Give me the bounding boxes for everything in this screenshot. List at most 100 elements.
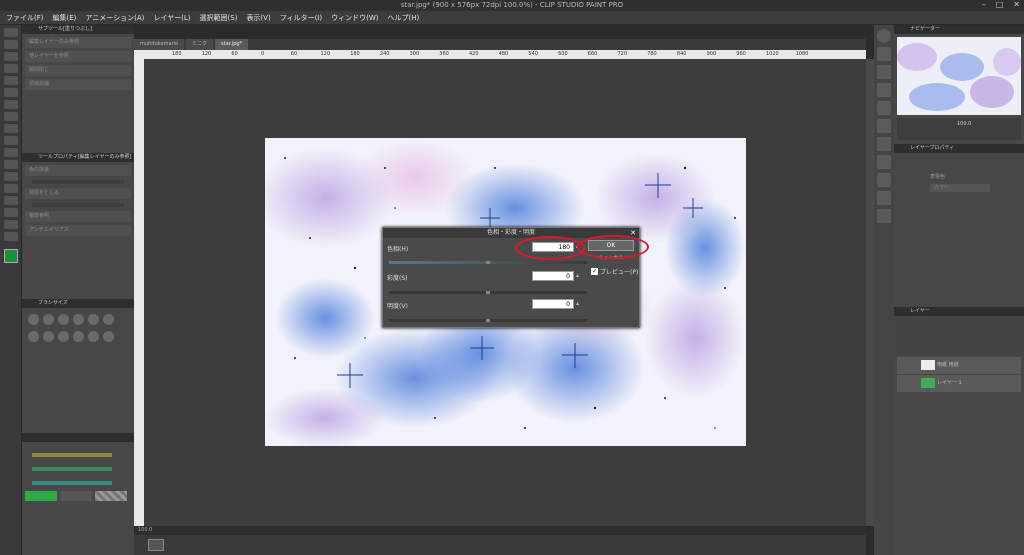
saturation-slider-thumb[interactable] <box>486 291 490 294</box>
layer-name: 用紙 用紙 <box>937 362 959 368</box>
layer-row[interactable]: レイヤー 1 <box>897 375 1021 392</box>
hue-slider[interactable] <box>389 261 587 264</box>
menu-layer[interactable]: レイヤー(L) <box>153 13 190 23</box>
material-icon[interactable] <box>877 83 891 97</box>
text-tool-icon[interactable] <box>4 208 18 217</box>
image-material-icon[interactable] <box>877 155 891 169</box>
pencil-tool-icon[interactable] <box>4 88 18 97</box>
timeline-icon[interactable] <box>148 539 164 551</box>
figure-tool-icon[interactable] <box>4 172 18 181</box>
main-color-chip[interactable] <box>25 491 57 501</box>
ruler-tick-label: 180 <box>350 51 360 57</box>
tab-multitokomario[interactable]: multitokomario <box>134 39 185 50</box>
menu-animation[interactable]: アニメーション(A) <box>85 13 144 23</box>
gradient-tool-icon[interactable] <box>4 160 18 169</box>
tool-property-row[interactable]: 複数参照 <box>25 211 131 222</box>
close-icon[interactable]: ✕ <box>1013 0 1020 11</box>
subtool-item[interactable]: 隙間閉じ <box>25 65 131 76</box>
brightness-input[interactable]: 0 <box>532 299 574 309</box>
brush-size-dot[interactable] <box>58 314 69 325</box>
main-color-swatch[interactable] <box>4 249 18 263</box>
saturation-spinner[interactable]: ▴ <box>576 271 581 281</box>
menu-filter[interactable]: フィルター(I) <box>280 13 322 23</box>
transparent-color-chip[interactable] <box>95 491 127 501</box>
settings-icon[interactable] <box>877 191 891 205</box>
saturation-slider[interactable] <box>389 291 587 294</box>
menu-edit[interactable]: 編集(E) <box>53 13 77 23</box>
menu-file[interactable]: ファイル(F) <box>6 13 44 23</box>
brush-size-dot[interactable] <box>103 331 114 342</box>
navigator-preview[interactable] <box>897 37 1021 115</box>
tab-mini[interactable]: ミニク <box>186 39 214 50</box>
menu-selection[interactable]: 選択範囲(S) <box>200 13 238 23</box>
tool-property-slider[interactable] <box>32 203 124 207</box>
lasso-tool-icon[interactable] <box>4 52 18 61</box>
move-tool-icon[interactable] <box>4 40 18 49</box>
tool-property-row[interactable]: 色の誤差 <box>25 165 131 176</box>
brush-size-dot[interactable] <box>58 331 69 342</box>
preview-checkbox[interactable]: ✓ プレビュー(P) <box>591 267 638 276</box>
brightness-slider[interactable] <box>389 319 587 322</box>
saturation-input[interactable]: 0 <box>532 271 574 281</box>
layer-search-icon[interactable] <box>877 209 891 223</box>
brush-size-dot[interactable] <box>28 314 39 325</box>
hue-slider-thumb[interactable] <box>486 261 490 264</box>
eraser-tool-icon[interactable] <box>4 124 18 133</box>
brightness-slider-thumb[interactable] <box>486 319 490 322</box>
brush-size-dot[interactable] <box>88 314 99 325</box>
brush-size-dot[interactable] <box>88 331 99 342</box>
layer-row[interactable]: 用紙 用紙 <box>897 357 1021 374</box>
brightness-spinner[interactable]: ▴ <box>576 299 581 309</box>
blend-tool-icon[interactable] <box>4 136 18 145</box>
layer-icon[interactable] <box>877 137 891 151</box>
brush-size-dot[interactable] <box>43 314 54 325</box>
zoom-readout[interactable]: 100.0 <box>138 527 152 533</box>
navigator-zoom[interactable]: 100.0 <box>957 121 971 127</box>
subtool-item[interactable]: 領域拡縮 <box>25 79 131 90</box>
brush-size-dot[interactable] <box>43 331 54 342</box>
tool-property-row[interactable]: 隙間をとじる <box>25 188 131 199</box>
brightness-slider[interactable] <box>32 481 112 485</box>
brush-material-icon[interactable] <box>877 173 891 187</box>
fill-tool-icon[interactable] <box>4 148 18 157</box>
palette-icon[interactable] <box>877 101 891 115</box>
brush-size-dot[interactable] <box>103 314 114 325</box>
airbrush-tool-icon[interactable] <box>4 112 18 121</box>
vertical-scrollbar[interactable] <box>866 59 874 526</box>
hue-slider[interactable] <box>32 453 112 457</box>
tab-star[interactable]: star.jpg* <box>215 39 249 50</box>
tool-property-row[interactable]: アンチエイリアス <box>25 225 131 236</box>
brush-tool-icon[interactable] <box>4 100 18 109</box>
minimize-icon[interactable]: – <box>982 0 986 11</box>
brush-size-dot[interactable] <box>73 314 84 325</box>
maximize-icon[interactable]: □ <box>996 0 1004 11</box>
correct-line-tool-icon[interactable] <box>4 232 18 241</box>
layer-panel-title[interactable]: レイヤー <box>894 307 1024 316</box>
brush-size-dot[interactable] <box>73 331 84 342</box>
tool-property-slider[interactable] <box>32 180 124 184</box>
menu-help[interactable]: ヘルプ(H) <box>387 13 419 23</box>
search-icon[interactable] <box>877 29 891 43</box>
sub-view-icon[interactable] <box>877 65 891 79</box>
layer-color-select[interactable]: カラー <box>930 184 990 192</box>
saturation-slider[interactable] <box>32 467 112 471</box>
menu-window[interactable]: ウィンドウ(W) <box>331 13 378 23</box>
menu-view[interactable]: 表示(V) <box>246 13 270 23</box>
sub-color-chip[interactable] <box>60 491 92 501</box>
brush-size-dot[interactable] <box>28 331 39 342</box>
brightness-label: 明度(V) <box>387 303 408 310</box>
subtool-item[interactable]: 編集レイヤーのみ参照 <box>25 37 131 48</box>
right-icon-strip <box>874 25 894 555</box>
balloon-tool-icon[interactable] <box>4 220 18 229</box>
subtool-item[interactable]: 他レイヤーを参照 <box>25 51 131 62</box>
eyedropper-tool-icon[interactable] <box>4 64 18 73</box>
ruler-tool-icon[interactable] <box>4 196 18 205</box>
ruler-tick-label: 1020 <box>766 51 779 57</box>
checkbox-icon[interactable]: ✓ <box>591 268 598 275</box>
pen-tool-icon[interactable] <box>4 76 18 85</box>
history-icon[interactable] <box>877 119 891 133</box>
select-tool-icon[interactable] <box>4 28 18 37</box>
frame-tool-icon[interactable] <box>4 184 18 193</box>
navigator-controls[interactable]: 100.0 <box>897 118 1021 140</box>
navigator-icon[interactable] <box>877 47 891 61</box>
